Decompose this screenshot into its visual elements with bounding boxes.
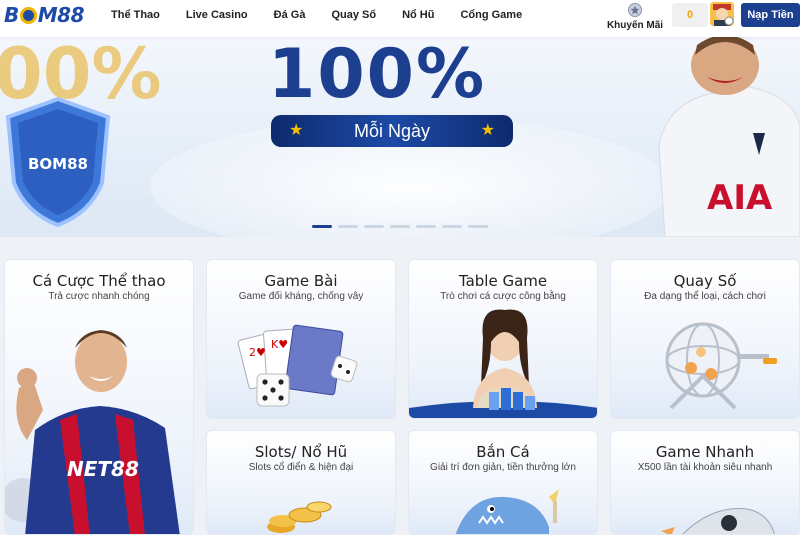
jersey-sponsor-text: AIA — [707, 178, 773, 218]
card-subtitle: Giải trí đơn giản, tiền thưởng lớn — [430, 462, 576, 473]
card-title: Quay Số — [673, 272, 737, 290]
nav-item-no-hu[interactable]: Nổ Hũ — [402, 9, 434, 21]
card-title: Bắn Cá — [476, 443, 530, 461]
nav-item-cong-game[interactable]: Cổng Game — [460, 9, 522, 21]
hero-banner[interactable]: 00% BOM88 100% ★ Mỗi Ngày ★ AIA — [0, 37, 800, 237]
logo[interactable]: B M88 — [4, 3, 85, 27]
carousel-dot[interactable] — [338, 225, 358, 228]
card-subtitle: Slots cổ điển & hiện đại — [248, 462, 354, 473]
card-title: Game Bài — [264, 272, 338, 290]
category-card-game-nhanh[interactable]: Game Nhanh X500 lần tài khoản siêu nhanh — [610, 430, 800, 535]
banner-pill-text: Mỗi Ngày — [353, 121, 431, 141]
promo-label: Khuyến Mãi — [606, 20, 664, 31]
category-card-table-game[interactable]: Table Game Trò chơi cá cược công bằng — [408, 259, 598, 419]
bom88-shield-graphic: BOM88 — [5, 96, 111, 227]
card-title: Table Game — [458, 272, 548, 290]
card-subtitle: X500 lần tài khoản siêu nhanh — [637, 462, 773, 473]
carousel-dot[interactable] — [442, 225, 462, 228]
logo-ball-icon — [19, 6, 37, 24]
nav-item-da-ga[interactable]: Đá Gà — [274, 9, 306, 21]
carousel-dots — [312, 225, 488, 228]
carousel-dot[interactable] — [468, 225, 488, 228]
avatar-face-icon — [710, 2, 734, 26]
logo-text-b: B — [4, 3, 19, 27]
nav-item-the-thao[interactable]: Thể Thao — [111, 9, 160, 21]
card-title: Slots/ Nổ Hũ — [254, 443, 348, 461]
nav-item-quay-so[interactable]: Quay Số — [331, 9, 376, 21]
sports-jersey-text: NET88 — [67, 457, 139, 481]
gold-coins-icon — [267, 501, 332, 533]
promo-button[interactable]: Khuyến Mãi — [606, 2, 664, 31]
deposit-button[interactable]: Nạp Tiền — [741, 3, 800, 27]
banner-player-image: AIA — [658, 37, 800, 237]
category-card-game-bai[interactable]: Game Bài Game đối kháng, chống vây 2♥ K♥ — [206, 259, 396, 419]
carousel-dot-active[interactable] — [312, 225, 332, 228]
card-subtitle: Trả cược nhanh chóng — [48, 291, 150, 302]
avatar-icon[interactable] — [710, 2, 734, 26]
carousel-dot[interactable] — [416, 225, 436, 228]
star-icon: ★ — [480, 122, 495, 139]
category-card-quay-so[interactable]: Quay Số Đa dạng thể loại, cách chơi — [610, 259, 800, 419]
rocket-icon — [661, 508, 775, 534]
nav-item-live-casino[interactable]: Live Casino — [186, 9, 248, 21]
category-card-slots[interactable]: Slots/ Nổ Hũ Slots cổ điển & hiện đại — [206, 430, 396, 535]
balance-display: 0 — [672, 3, 708, 27]
top-bar: B M88 Thể Thao Live Casino Đá Gà Quay Số … — [0, 0, 800, 37]
svg-text:2♥: 2♥ — [249, 346, 266, 359]
svg-text:K♥: K♥ — [271, 338, 288, 351]
dealer-image — [409, 309, 597, 418]
main-nav: Thể Thao Live Casino Đá Gà Quay Số Nổ Hũ… — [98, 0, 535, 30]
card-subtitle: Trò chơi cá cược công bằng — [440, 291, 566, 302]
banner-headline: 100% — [268, 37, 487, 114]
category-card-sports[interactable]: Cá Cược Thể thao Trả cược nhanh chóng NE… — [4, 259, 194, 535]
lottery-cage-icon — [665, 322, 777, 410]
carousel-dot[interactable] — [390, 225, 410, 228]
cards-dice-image: 2♥ K♥ — [237, 324, 358, 407]
shield-logo-text: BOM88 — [28, 155, 88, 173]
promo-medal-icon — [628, 3, 642, 17]
banner-pill: ★ Mỗi Ngày ★ — [271, 115, 513, 147]
card-subtitle: Game đối kháng, chống vây — [238, 291, 364, 302]
sports-player-image: NET88 — [5, 330, 180, 534]
carousel-dot[interactable] — [364, 225, 384, 228]
card-title: Cá Cược Thể thao — [32, 272, 166, 290]
logo-text-m88: M88 — [37, 3, 85, 27]
card-subtitle: Đa dạng thể loại, cách chơi — [644, 291, 766, 302]
shark-icon — [455, 489, 559, 534]
card-title: Game Nhanh — [655, 443, 755, 461]
category-card-ban-ca[interactable]: Bắn Cá Giải trí đơn giản, tiền thưởng lớ… — [408, 430, 598, 535]
star-icon: ★ — [289, 122, 304, 139]
